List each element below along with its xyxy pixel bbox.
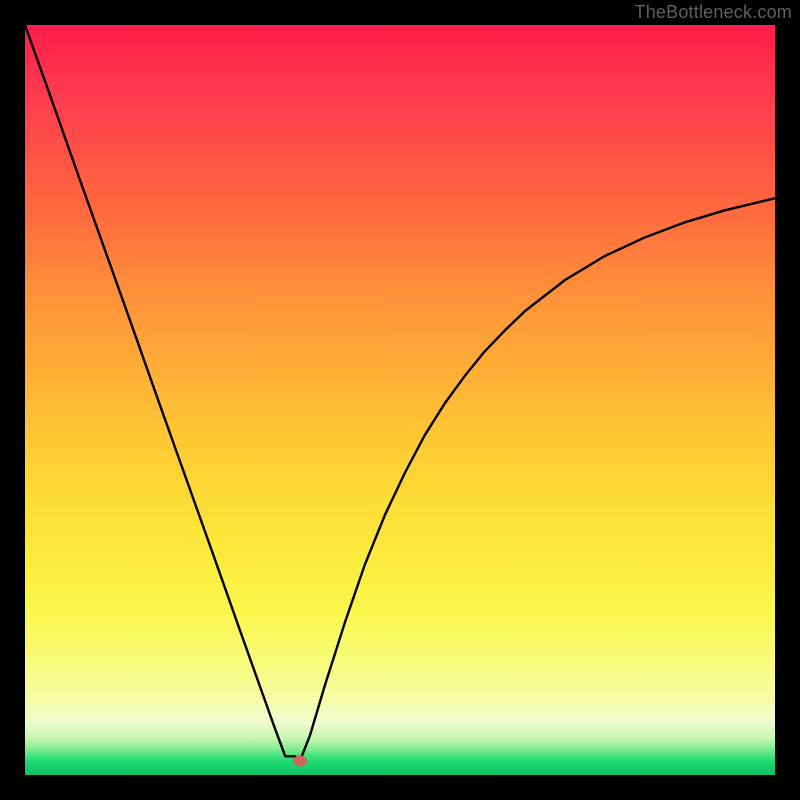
bottleneck-curve — [25, 25, 775, 775]
optimum-marker — [293, 756, 307, 767]
chart-frame: TheBottleneck.com — [0, 0, 800, 800]
plot-area — [25, 25, 775, 775]
watermark-text: TheBottleneck.com — [635, 2, 792, 23]
